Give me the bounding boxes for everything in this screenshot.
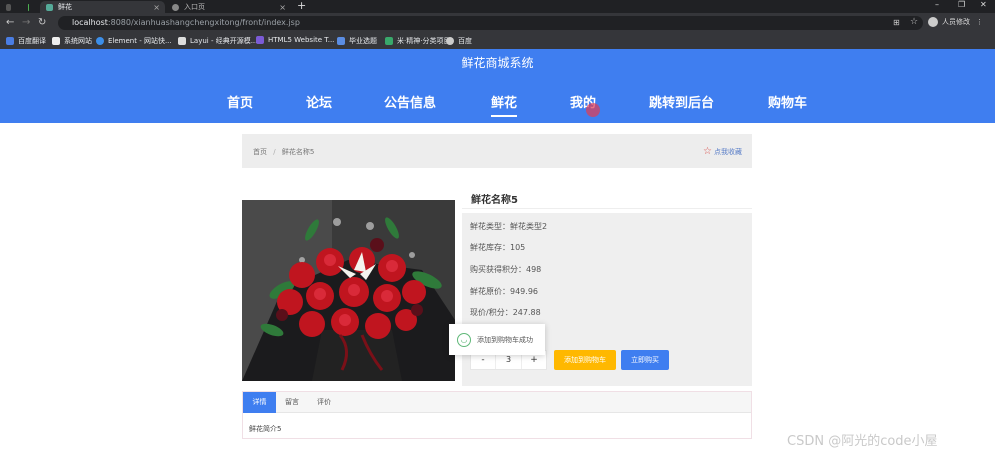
tab-reviews[interactable]: 评价	[311, 392, 337, 413]
detail-tabs: 详情 留言 评价 鲜花简介5	[242, 391, 752, 439]
translate-icon[interactable]: ⊞	[893, 18, 900, 27]
add-to-cart-button[interactable]: 添加到购物车	[554, 350, 616, 370]
favorite-button[interactable]: ☆ 点我收藏	[703, 146, 742, 157]
site-header: 鲜花商城系统 首页 论坛 公告信息 鲜花 我的 跳转到后台 购物车	[0, 49, 995, 123]
mouse-cursor-icon	[586, 103, 600, 117]
product-stock: 鲜花库存：105	[470, 243, 526, 252]
success-toast: ◡ 添加到购物车成功	[449, 324, 545, 355]
url-host: localhost	[72, 18, 108, 27]
avatar-icon	[928, 17, 938, 27]
new-tab-icon[interactable]: +	[297, 0, 306, 12]
product-type: 鲜花类型：鲜花类型2	[470, 222, 548, 231]
menu-item-admin[interactable]: 跳转到后台	[649, 92, 714, 111]
menu-item-notices[interactable]: 公告信息	[384, 92, 436, 111]
globe-icon	[172, 3, 179, 11]
product-title-box: 鲜花名称5	[462, 185, 752, 209]
bookmark-item[interactable]: 百度翻译	[6, 36, 46, 46]
tab-content: 鲜花简介5	[249, 425, 282, 433]
site-title: 鲜花商城系统	[461, 56, 534, 70]
back-icon[interactable]: ←	[6, 17, 14, 28]
toast-message: 添加到购物车成功	[477, 335, 533, 344]
bookmark-item[interactable]: Layui - 经典开源模...	[178, 36, 257, 46]
menu-item-forum[interactable]: 论坛	[306, 92, 332, 111]
menu-item-home[interactable]: 首页	[227, 92, 253, 111]
active-indicator	[491, 115, 518, 117]
layui-icon	[178, 37, 186, 45]
menu-item-flowers[interactable]: 鲜花	[491, 92, 518, 117]
profile-button[interactable]: 人员修改 ⋮	[928, 17, 983, 27]
bookmark-item[interactable]: HTML5 Website T...	[256, 36, 334, 44]
bookmarks-bar: 百度翻译 系统网站 Element - 网站快... Layui - 经典开源模…	[0, 33, 995, 49]
breadcrumb: 首页 / 鲜花名称5	[253, 147, 314, 157]
translate-icon	[6, 37, 14, 45]
bookmark-item[interactable]: 毕业选题	[337, 36, 377, 46]
app-icon	[28, 3, 29, 11]
close-icon[interactable]: ×	[279, 3, 286, 12]
buy-now-button[interactable]: 立即购买	[621, 350, 669, 370]
tab-messages[interactable]: 留言	[279, 392, 305, 413]
menu-item-cart[interactable]: 购物车	[768, 92, 807, 111]
tab-title: 入口页	[184, 3, 205, 11]
minimize-icon[interactable]: –	[935, 0, 939, 9]
profile-label: 人员修改	[942, 18, 970, 26]
product-name: 鲜花名称5	[471, 195, 518, 206]
page-icon	[6, 3, 11, 11]
url-path: :8080/xianhuashangchengxitong/front/inde…	[107, 18, 300, 27]
bookmark-item[interactable]: Element - 网站快...	[96, 36, 172, 46]
breadcrumb-home[interactable]: 首页	[253, 148, 267, 156]
bookmark-item[interactable]: 百度	[446, 36, 472, 46]
smile-icon: ◡	[457, 332, 471, 347]
tab-other[interactable]: 入口页 ×	[166, 1, 291, 13]
site-icon	[46, 3, 53, 11]
reload-icon[interactable]: ↻	[38, 17, 46, 28]
watermark: CSDN @阿光的code小屋	[787, 434, 938, 449]
breadcrumb-current: 鲜花名称5	[281, 148, 315, 156]
tab-pinned-2[interactable]	[22, 1, 40, 13]
element-icon	[96, 37, 104, 45]
address-bar[interactable]: localhost:8080/xianhuashangchengxitong/f…	[58, 16, 923, 30]
breadcrumb-separator: /	[273, 148, 276, 156]
html5-icon	[256, 36, 264, 44]
star-icon: ☆	[703, 146, 712, 157]
product-price: 现价/积分：247.88	[470, 308, 541, 317]
more-icon[interactable]: ⋮	[976, 18, 983, 26]
globe-icon	[446, 37, 454, 45]
tab-current[interactable]: 鲜花 ×	[40, 1, 165, 13]
tab-pinned[interactable]	[0, 1, 22, 13]
detail-tabs-header: 详情 留言 评价	[243, 392, 751, 413]
product-points: 购买获得积分：498	[470, 265, 542, 274]
product-image	[242, 200, 455, 381]
bookmark-star-icon[interactable]: ☆	[910, 17, 918, 27]
tab-title: 鲜花	[58, 3, 72, 11]
flag-icon	[52, 37, 60, 45]
sheet-icon	[385, 37, 393, 45]
address-toolbar: ← → ↻ localhost:8080/xianhuashangchengxi…	[0, 13, 995, 33]
close-icon[interactable]: ×	[153, 3, 160, 12]
restore-icon[interactable]: ❐	[958, 0, 965, 9]
breadcrumb-bar: 首页 / 鲜花名称5 ☆ 点我收藏	[242, 134, 752, 168]
graduate-icon	[337, 37, 345, 45]
tab-details[interactable]: 详情	[243, 392, 276, 413]
bookmark-item[interactable]: 米·精神·分类项目	[385, 36, 450, 46]
close-window-icon[interactable]: ✕	[980, 0, 987, 9]
browser-tab-strip: 鲜花 × 入口页 × + – ❐ ✕	[0, 0, 995, 13]
favorite-label: 点我收藏	[714, 147, 742, 156]
bookmark-item[interactable]: 系统网站	[52, 36, 92, 46]
forward-icon[interactable]: →	[22, 17, 30, 28]
product-original-price: 鲜花原价：949.96	[470, 287, 538, 296]
bouquet-image	[242, 200, 455, 381]
